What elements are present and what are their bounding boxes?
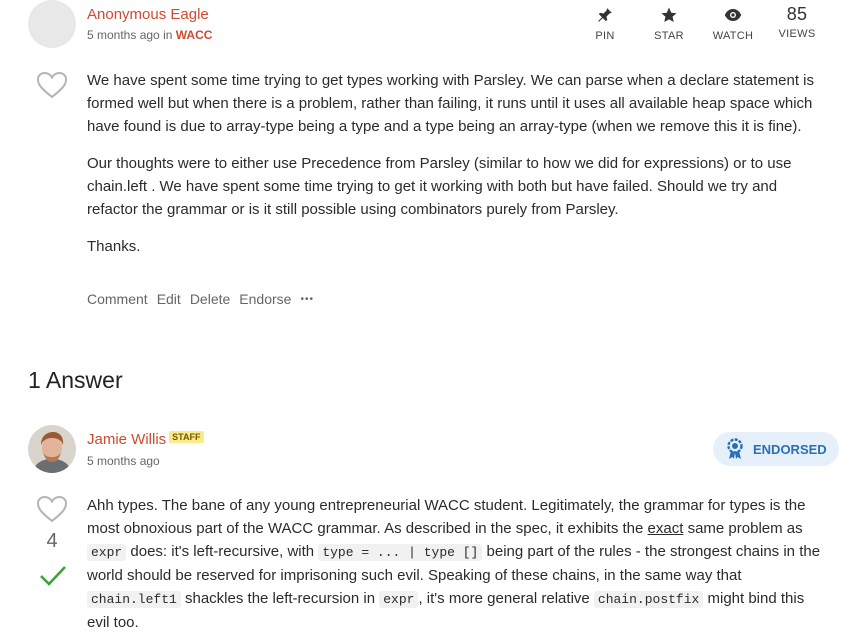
more-options-icon[interactable]: •••	[300, 294, 314, 305]
star-icon	[661, 7, 677, 23]
question-body: We have spent some time trying to get ty…	[87, 69, 827, 272]
star-label: STAR	[654, 30, 684, 42]
endorsed-label: ENDORSED	[753, 441, 827, 457]
eye-icon	[724, 9, 742, 21]
question-author[interactable]: Anonymous Eagle	[87, 6, 209, 23]
answer-text: , it's more general relative	[418, 590, 594, 607]
inline-code: chain.postfix	[593, 591, 704, 608]
question-paragraph: We have spent some time trying to get ty…	[87, 72, 815, 135]
award-icon	[727, 438, 743, 459]
star-button[interactable]: STAR	[649, 6, 689, 42]
delete-link[interactable]: Delete	[190, 291, 230, 307]
answer-time: 5 months ago	[87, 454, 160, 468]
edit-link[interactable]: Edit	[157, 291, 181, 307]
endorse-link[interactable]: Endorse	[239, 291, 291, 307]
views-count: 85	[786, 4, 808, 24]
answer-text-underlined: exact	[647, 520, 684, 537]
heart-icon[interactable]	[36, 495, 68, 523]
inline-code: chain.left1	[87, 591, 181, 608]
answer-text: same problem as	[683, 520, 803, 537]
question-actions: Comment Edit Delete Endorse •••	[87, 291, 323, 307]
answer-author: Jamie Willis STAFF	[87, 431, 204, 448]
answer-text: shackles the left-recursion in	[180, 590, 380, 607]
watch-label: WATCH	[712, 30, 754, 42]
answer-author-name[interactable]: Jamie Willis	[87, 431, 166, 448]
answer-text: does: it's left-recursive, with	[126, 543, 319, 560]
pin-label: PIN	[595, 30, 615, 42]
question-time: 5 months ago	[87, 28, 160, 42]
inline-code: type = ... | type []	[318, 544, 483, 561]
heart-icon[interactable]	[36, 71, 68, 99]
vote-count: 4	[46, 530, 58, 552]
question-meta: 5 months ago in WACC	[87, 28, 212, 42]
comment-link[interactable]: Comment	[87, 291, 148, 307]
pin-button[interactable]: PIN	[585, 6, 625, 42]
answer-body: Ahh types. The bane of any young entrepr…	[87, 494, 827, 634]
views-counter: 85 VIEWS	[776, 4, 818, 40]
pin-icon	[598, 8, 612, 22]
question-paragraph: Our thoughts were to either use Preceden…	[87, 155, 792, 218]
inline-code: expr	[87, 544, 127, 561]
watch-button[interactable]: WATCH	[710, 6, 756, 42]
inline-code: expr	[379, 591, 419, 608]
question-paragraph: Thanks.	[87, 238, 141, 255]
anonymous-avatar	[28, 0, 76, 48]
category-link[interactable]: WACC	[176, 28, 213, 42]
accepted-check-icon	[40, 566, 66, 586]
in-label: in	[163, 28, 173, 42]
views-label: VIEWS	[778, 28, 816, 40]
jamie-avatar	[28, 425, 76, 473]
endorsed-badge: ENDORSED	[713, 432, 839, 466]
answers-heading: 1 Answer	[28, 367, 123, 393]
staff-badge: STAFF	[169, 431, 204, 443]
